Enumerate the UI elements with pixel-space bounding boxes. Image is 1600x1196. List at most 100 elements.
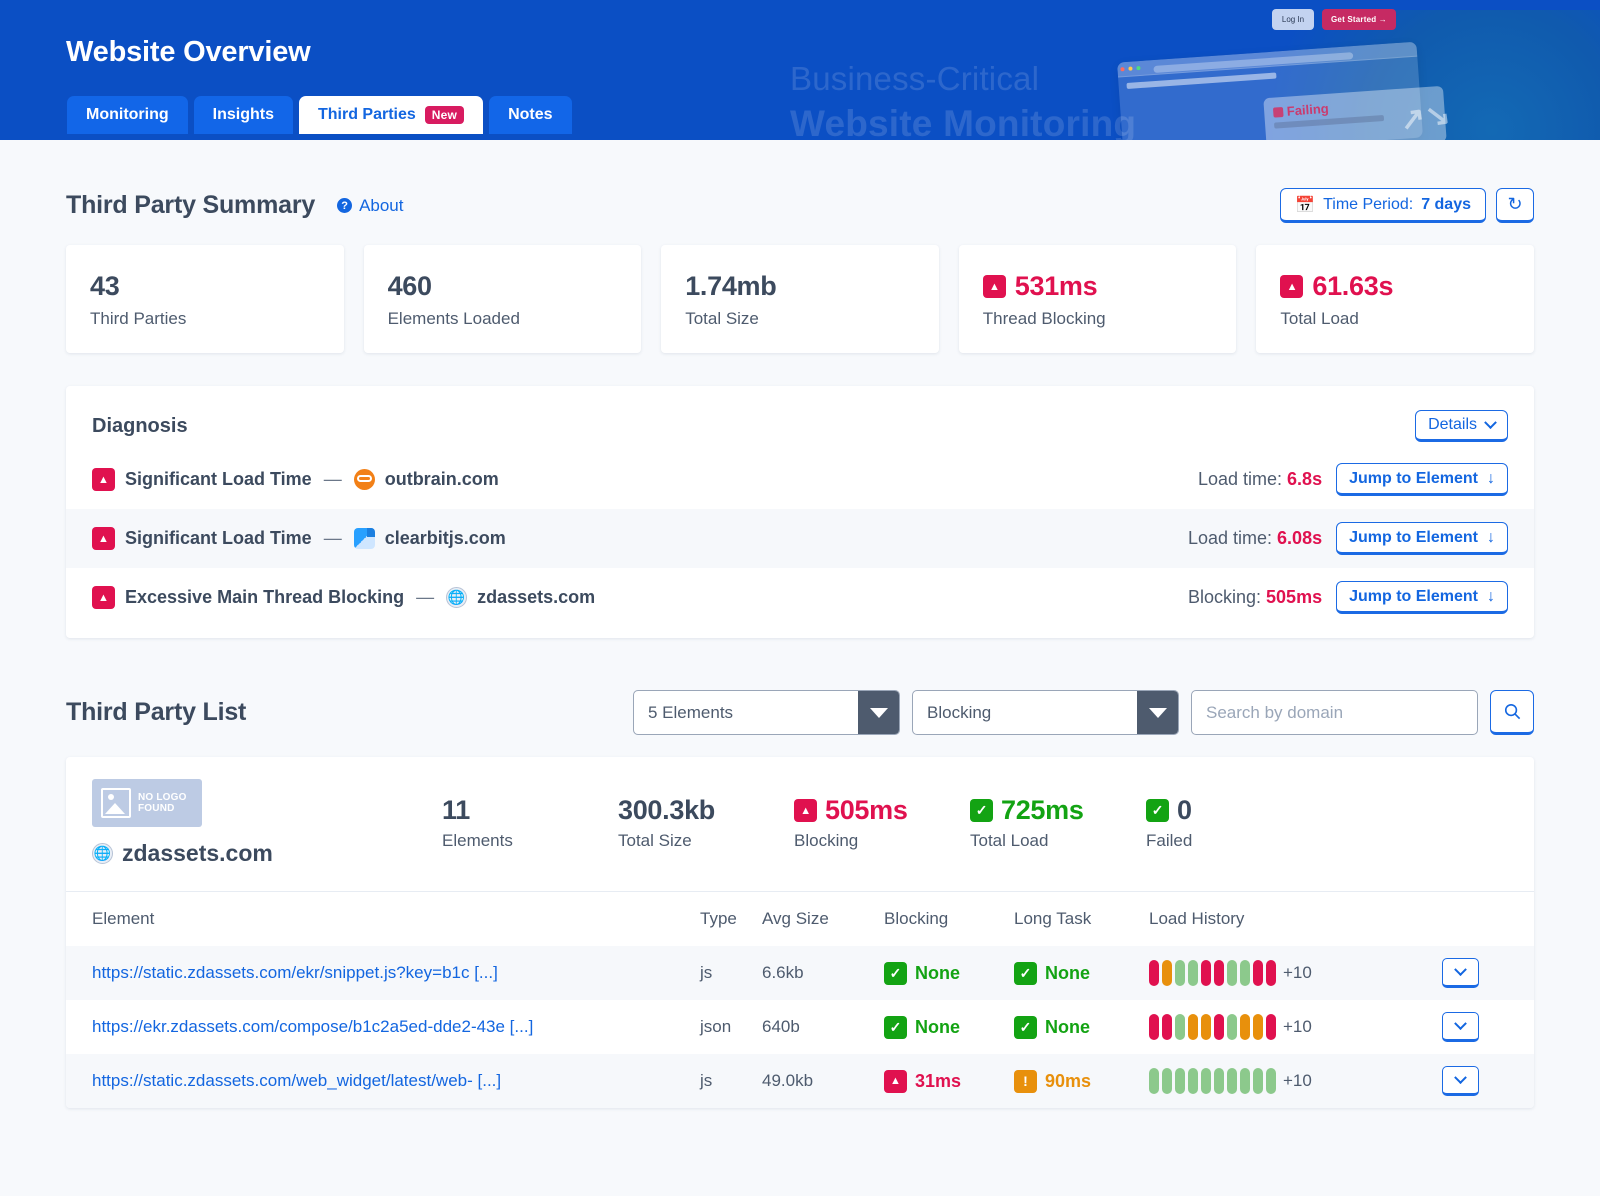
chevron-down-icon[interactable]	[1137, 691, 1178, 734]
tab-monitoring[interactable]: Monitoring	[67, 96, 188, 134]
jump-to-element-button[interactable]: Jump to Element ↓	[1336, 522, 1508, 555]
third-party-list-header: Third Party List 5 Elements Blocking	[0, 638, 1600, 735]
stat-elements: 11 Elements	[442, 795, 618, 851]
stat-total-size-label: Total Size	[618, 831, 794, 851]
element-blocking-status: ✓ None	[884, 962, 1014, 985]
details-button-label: Details	[1428, 416, 1477, 434]
warning-triangle-icon: ▲	[92, 468, 115, 491]
stat-total-load: ✓ 725ms Total Load	[970, 795, 1146, 851]
summary-controls: 📅 Time Period: 7 days ↻	[1280, 188, 1534, 223]
kpi-third-parties-value: 43	[90, 271, 320, 302]
load-history-bar	[1162, 960, 1172, 986]
kpi-total-size-label: Total Size	[685, 309, 915, 329]
sort-by-value: Blocking	[927, 703, 991, 723]
load-history-bar	[1162, 1014, 1172, 1040]
diagnosis-row-right: Load time: 6.08s Jump to Element ↓	[1188, 522, 1508, 555]
kpi-elements-loaded-value: 460	[388, 271, 618, 302]
table-header-row: Element Type Avg Size Blocking Long Task…	[66, 892, 1534, 946]
diagnosis-panel: Diagnosis Details ▲ Significant Load Tim…	[66, 386, 1534, 638]
expand-row-button[interactable]	[1442, 1066, 1479, 1096]
load-history-bar	[1188, 960, 1198, 986]
element-blocking-status: ✓ None	[884, 1016, 1014, 1039]
chevron-down-icon[interactable]	[858, 691, 899, 734]
kpi-thread-blocking-value: 531ms	[1015, 271, 1098, 302]
load-history-bar	[1188, 1068, 1198, 1094]
element-long-task-status: ! 90ms	[1014, 1070, 1149, 1093]
sort-by-select[interactable]: Blocking	[912, 690, 1179, 735]
tab-insights[interactable]: Insights	[194, 96, 293, 134]
details-dropdown-button[interactable]: Details	[1415, 410, 1508, 442]
diagnosis-header: Diagnosis Details	[66, 386, 1534, 450]
search-field-wrapper[interactable]	[1191, 690, 1478, 735]
promo-zigzag-icon: ↗↘	[1398, 97, 1453, 139]
element-url-link[interactable]: https://ekr.zdassets.com/compose/b1c2a5e…	[92, 1017, 533, 1036]
diagnosis-domain: zdassets.com	[477, 587, 595, 608]
diagnosis-row-left: ▲ Significant Load Time — clearbitjs.com	[92, 527, 506, 550]
diagnosis-row-right: Load time: 6.8s Jump to Element ↓	[1198, 463, 1508, 496]
globe-favicon: 🌐	[446, 587, 467, 608]
promo-get-started-button[interactable]: Get Started →	[1322, 9, 1396, 30]
tab-notes[interactable]: Notes	[489, 96, 571, 134]
refresh-button[interactable]: ↻	[1496, 188, 1534, 223]
diagnosis-separator: —	[324, 469, 342, 490]
expand-row-button[interactable]	[1442, 1012, 1479, 1042]
promo-login-button[interactable]: Log In	[1272, 9, 1314, 30]
third-party-card-header: NO LOGO FOUND 🌐 zdassets.com 11 Elements	[66, 757, 1534, 891]
load-history-sparkline: +10	[1149, 960, 1419, 986]
search-input[interactable]	[1206, 703, 1463, 723]
search-button[interactable]	[1490, 690, 1534, 735]
chevron-down-icon	[1484, 416, 1497, 429]
expand-row-button[interactable]	[1442, 958, 1479, 988]
column-header-load-history: Load History	[1149, 909, 1419, 929]
kpi-total-size: 1.74mb Total Size	[661, 245, 939, 353]
diagnosis-row: ▲ Significant Load Time — clearbitjs.com…	[66, 509, 1534, 568]
diagnosis-metric: Load time: 6.08s	[1188, 528, 1322, 549]
tab-third-parties[interactable]: Third Parties New	[299, 96, 483, 134]
load-history-bar	[1214, 1068, 1224, 1094]
element-long-task-status: ✓ None	[1014, 1016, 1149, 1039]
promo-line1: Business-Critical	[790, 60, 1039, 97]
time-period-button[interactable]: 📅 Time Period: 7 days	[1280, 188, 1486, 223]
tab-new-badge: New	[425, 106, 464, 124]
load-history-sparkline: +10	[1149, 1014, 1419, 1040]
element-count-select[interactable]: 5 Elements	[633, 690, 900, 735]
kpi-total-load-value-wrap: ▲ 61.63s	[1280, 271, 1510, 302]
kpi-thread-blocking-label: Thread Blocking	[983, 309, 1213, 329]
chevron-down-icon	[1454, 1071, 1467, 1084]
about-link-label: About	[359, 196, 403, 216]
kpi-total-load: ▲ 61.63s Total Load	[1256, 245, 1534, 353]
diagnosis-metric-value: 6.8s	[1287, 469, 1322, 489]
element-blocking-value: None	[915, 1017, 960, 1038]
column-header-long-task: Long Task	[1014, 909, 1149, 929]
jump-to-element-button[interactable]: Jump to Element ↓	[1336, 581, 1508, 614]
load-history-sparkline: +10	[1149, 1068, 1419, 1094]
element-blocking-value: None	[915, 963, 960, 984]
elements-table: Element Type Avg Size Blocking Long Task…	[66, 891, 1534, 1108]
third-party-identity: NO LOGO FOUND 🌐 zdassets.com	[92, 779, 442, 867]
stat-elements-label: Elements	[442, 831, 618, 851]
diagnosis-metric-label: Load time:	[1188, 528, 1272, 548]
element-url-link[interactable]: https://static.zdassets.com/ekr/snippet.…	[92, 963, 498, 982]
load-history-bar	[1266, 1014, 1276, 1040]
element-url-link[interactable]: https://static.zdassets.com/web_widget/l…	[92, 1071, 501, 1090]
stat-failed-value: 0	[1177, 795, 1192, 826]
search-icon	[1503, 702, 1522, 721]
stat-blocking-value: 505ms	[825, 795, 908, 826]
tab-insights-label: Insights	[213, 106, 274, 124]
load-history-bar	[1227, 1068, 1237, 1094]
load-history-bar	[1266, 1068, 1276, 1094]
jump-to-element-button[interactable]: Jump to Element ↓	[1336, 463, 1508, 496]
kpi-thread-blocking: ▲ 531ms Thread Blocking	[959, 245, 1237, 353]
check-icon: ✓	[970, 799, 993, 822]
diagnosis-metric: Load time: 6.8s	[1198, 469, 1322, 490]
element-avg-size: 640b	[762, 1017, 884, 1037]
element-long-task-status: ✓ None	[1014, 962, 1149, 985]
kpi-total-load-label: Total Load	[1280, 309, 1510, 329]
load-history-bar	[1253, 1014, 1263, 1040]
kpi-third-parties-label: Third Parties	[90, 309, 320, 329]
column-header-element: Element	[92, 909, 700, 929]
stat-total-load-value-wrap: ✓ 725ms	[970, 795, 1146, 826]
warning-triangle-icon: ▲	[884, 1070, 907, 1093]
kpi-elements-loaded: 460 Elements Loaded	[364, 245, 642, 353]
about-link[interactable]: ? About	[337, 196, 403, 216]
